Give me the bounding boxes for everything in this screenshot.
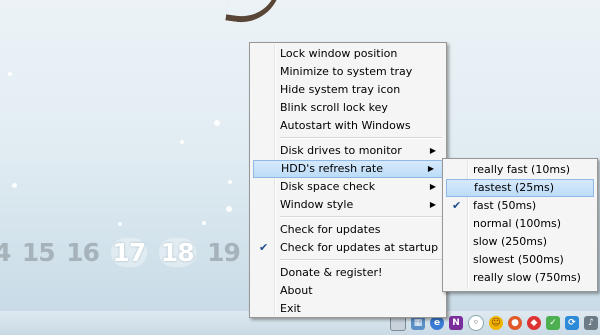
menu-separator	[280, 137, 442, 139]
menu-item-autostart[interactable]: Autostart with Windows	[252, 117, 444, 135]
menu-separator	[280, 216, 442, 218]
submenu-item-slowest[interactable]: slowest (500ms)	[445, 251, 595, 269]
menu-item-label: fast (50ms)	[473, 199, 537, 212]
submenu-item-slow[interactable]: slow (250ms)	[445, 233, 595, 251]
chat-icon[interactable]: ◦	[468, 315, 484, 331]
menu-item-label: Window style	[280, 198, 354, 211]
snowflake	[118, 222, 122, 226]
menu-item-exit[interactable]: Exit	[252, 300, 444, 318]
menu-item-label: About	[280, 284, 313, 297]
submenu-arrow-icon: ▶	[429, 200, 436, 209]
submenu-item-fast[interactable]: ✔ fast (50ms)	[445, 197, 595, 215]
menu-item-label: Check for updates	[280, 223, 381, 236]
menu-item-disk-drives[interactable]: Disk drives to monitor ▶	[252, 142, 444, 160]
menu-item-hdd-refresh-rate[interactable]: HDD's refresh rate ▶	[253, 160, 443, 178]
menu-item-blink-scroll-lock[interactable]: Blink scroll lock key	[252, 99, 444, 117]
submenu-item-really-slow[interactable]: really slow (750ms)	[445, 269, 595, 287]
globe-icon[interactable]: e	[430, 316, 444, 330]
menu-item-label: slowest (500ms)	[473, 253, 564, 266]
menu-item-label: Lock window position	[280, 47, 398, 60]
context-menu: Lock window position Minimize to system …	[249, 42, 447, 318]
menu-item-label: Donate & register!	[280, 266, 383, 279]
record-icon[interactable]: ●	[508, 316, 522, 330]
snowflake	[202, 221, 206, 225]
menu-item-check-updates[interactable]: Check for updates	[252, 221, 444, 239]
menu-item-label: Disk drives to monitor	[280, 144, 402, 157]
shield-icon[interactable]: ◆	[527, 316, 541, 330]
menu-item-window-style[interactable]: Window style ▶	[252, 196, 444, 214]
menu-item-label: HDD's refresh rate	[281, 162, 383, 175]
checkmark-icon: ✔	[259, 241, 269, 254]
menu-item-disk-space-check[interactable]: Disk space check ▶	[252, 178, 444, 196]
onenote-icon[interactable]: N	[449, 316, 463, 330]
calendar-date-highlighted: 18	[158, 238, 196, 267]
snowflake	[226, 206, 232, 212]
calendar-date: 15	[21, 238, 56, 267]
refresh-rate-submenu: really fast (10ms) fastest (25ms) ✔ fast …	[442, 158, 598, 292]
submenu-item-normal[interactable]: normal (100ms)	[445, 215, 595, 233]
sync-icon[interactable]: ⟳	[565, 316, 579, 330]
menu-item-label: Blink scroll lock key	[280, 101, 388, 114]
menu-item-donate[interactable]: Donate & register!	[252, 264, 444, 282]
network-icon[interactable]: ▦	[411, 316, 425, 330]
snowflake	[12, 183, 17, 188]
menu-item-label: slow (250ms)	[473, 235, 548, 248]
snowflake	[8, 72, 12, 76]
smiley-icon[interactable]: ☺	[489, 316, 503, 330]
menu-item-minimize-to-tray[interactable]: Minimize to system tray	[252, 63, 444, 81]
menu-item-label: really fast (10ms)	[473, 163, 571, 176]
menu-item-hide-tray-icon[interactable]: Hide system tray icon	[252, 81, 444, 99]
menu-item-label: fastest (25ms)	[474, 181, 554, 194]
calendar-date: 16	[66, 238, 100, 267]
calendar-date-highlighted: 17	[110, 238, 148, 267]
menu-item-label: Disk space check	[280, 180, 376, 193]
submenu-arrow-icon: ▶	[427, 164, 434, 173]
menu-item-label: Check for updates at startup	[280, 241, 439, 254]
menu-separator	[280, 259, 442, 261]
menu-item-label: Hide system tray icon	[280, 83, 401, 96]
snowflake	[214, 120, 220, 126]
submenu-arrow-icon: ▶	[429, 182, 436, 191]
menu-item-about[interactable]: About	[252, 282, 444, 300]
menu-item-label: really slow (750ms)	[473, 271, 581, 284]
menu-item-label: normal (100ms)	[473, 217, 562, 230]
calendar-date: 4	[0, 238, 11, 267]
snowflake	[228, 180, 232, 184]
security-icon[interactable]: ✓	[546, 316, 560, 330]
calendar-date: 19	[207, 238, 241, 267]
submenu-arrow-icon: ▶	[429, 146, 436, 155]
submenu-item-really-fast[interactable]: really fast (10ms)	[445, 161, 595, 179]
submenu-item-fastest[interactable]: fastest (25ms)	[446, 179, 594, 197]
snowflake	[180, 140, 184, 144]
menu-item-label: Minimize to system tray	[280, 65, 413, 78]
menu-item-label: Autostart with Windows	[280, 119, 411, 132]
tree-branch-decoration	[225, 0, 281, 28]
menu-item-lock-window-position[interactable]: Lock window position	[252, 45, 444, 63]
checkmark-icon: ✔	[452, 199, 462, 212]
menu-item-check-updates-startup[interactable]: ✔ Check for updates at startup	[252, 239, 444, 257]
menu-item-label: Exit	[280, 302, 301, 315]
speaker-icon[interactable]: ♪	[584, 316, 598, 330]
